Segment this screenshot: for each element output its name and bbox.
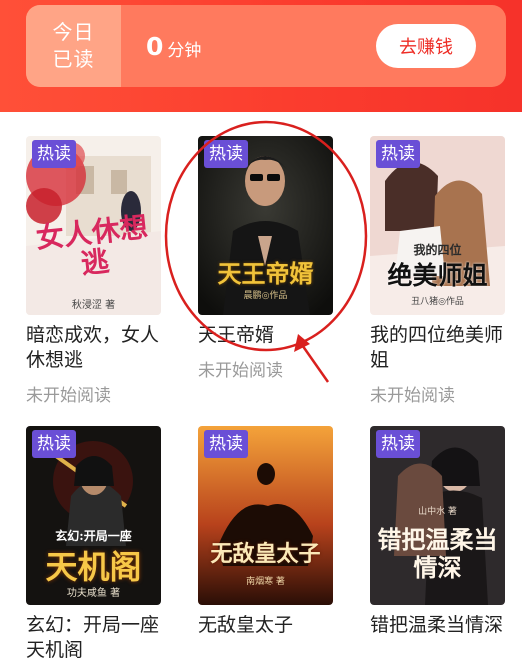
- book-card[interactable]: 天王帝婿 晨鹏◎作品 热读 天王帝婿 未开始阅读: [198, 136, 338, 381]
- hot-read-badge: 热读: [32, 430, 76, 458]
- reading-time-card: 今日 已读 0 分钟 去赚钱: [26, 5, 506, 87]
- book-cover-author: 山中水 著: [418, 507, 457, 517]
- reading-label-today: 今日: [52, 20, 95, 44]
- book-cover-author: 秋浸涩 著: [71, 300, 116, 311]
- book-cover-title: 天机阁: [45, 548, 142, 586]
- reading-status: 未开始阅读: [370, 386, 455, 406]
- reading-status: 未开始阅读: [26, 386, 111, 406]
- book-title[interactable]: 无敌皇太子: [198, 613, 338, 638]
- book-card[interactable]: 无敌皇太子 南烟寒 著 热读 无敌皇太子: [198, 426, 338, 646]
- hot-read-badge: 热读: [376, 140, 420, 168]
- book-cover[interactable]: 女人休想逃 秋浸涩 著 热读: [26, 136, 161, 315]
- book-card[interactable]: 女人休想逃 秋浸涩 著 热读 暗恋成欢，女人休想逃 未开始阅读: [26, 136, 166, 406]
- book-cover-title: 无敌皇太子: [210, 541, 321, 567]
- book-title[interactable]: 我的四位绝美师姐: [370, 323, 510, 373]
- book-cover-author: 丑八猪◎作品: [411, 297, 464, 307]
- book-cover[interactable]: 错把温柔当情深 山中水 著 热读: [370, 426, 505, 605]
- reading-minutes: 0: [146, 31, 164, 61]
- book-cover[interactable]: 天王帝婿 晨鹏◎作品 热读: [198, 136, 333, 315]
- book-title[interactable]: 天王帝婿: [198, 323, 338, 348]
- book-title[interactable]: 错把温柔当情深: [370, 613, 510, 638]
- book-cover-author: 功夫咸鱼 著: [66, 588, 121, 599]
- book-cover-author: 晨鹏◎作品: [243, 291, 288, 301]
- book-cover[interactable]: 无敌皇太子 南烟寒 著 热读: [198, 426, 333, 605]
- reading-label-read: 已读: [52, 47, 95, 71]
- book-title[interactable]: 暗恋成欢，女人休想逃: [26, 323, 166, 373]
- book-cover-title: 错把温柔当情深: [377, 525, 498, 582]
- earn-money-button[interactable]: 去赚钱: [376, 24, 476, 68]
- book-cover-author: 南烟寒 著: [246, 577, 285, 587]
- book-card[interactable]: 我的四位 绝美师姐 丑八猪◎作品 热读 我的四位绝美师姐 未开始阅读: [370, 136, 510, 406]
- reading-time: 0 分钟: [146, 5, 201, 87]
- hot-read-badge: 热读: [204, 430, 248, 458]
- reading-label-box: 今日 已读: [26, 5, 121, 87]
- book-cover-title: 绝美师姐: [387, 261, 488, 290]
- book-cover-title: 天王帝婿: [217, 259, 314, 288]
- book-title[interactable]: 玄幻：开局一座天机阁: [26, 613, 166, 663]
- reading-status: 未开始阅读: [198, 361, 283, 381]
- hot-read-badge: 热读: [32, 140, 76, 168]
- book-card[interactable]: 玄幻:开局一座 天机阁 功夫咸鱼 著 热读 玄幻：开局一座天机阁: [26, 426, 166, 671]
- header-banner: 今日 已读 0 分钟 去赚钱: [0, 0, 522, 112]
- hot-read-badge: 热读: [376, 430, 420, 458]
- book-card[interactable]: 错把温柔当情深 山中水 著 热读 错把温柔当情深: [370, 426, 510, 646]
- book-cover[interactable]: 玄幻:开局一座 天机阁 功夫咸鱼 著 热读: [26, 426, 161, 605]
- hot-read-badge: 热读: [204, 140, 248, 168]
- reading-unit: 分钟: [167, 40, 202, 61]
- book-cover[interactable]: 我的四位 绝美师姐 丑八猪◎作品 热读: [370, 136, 505, 315]
